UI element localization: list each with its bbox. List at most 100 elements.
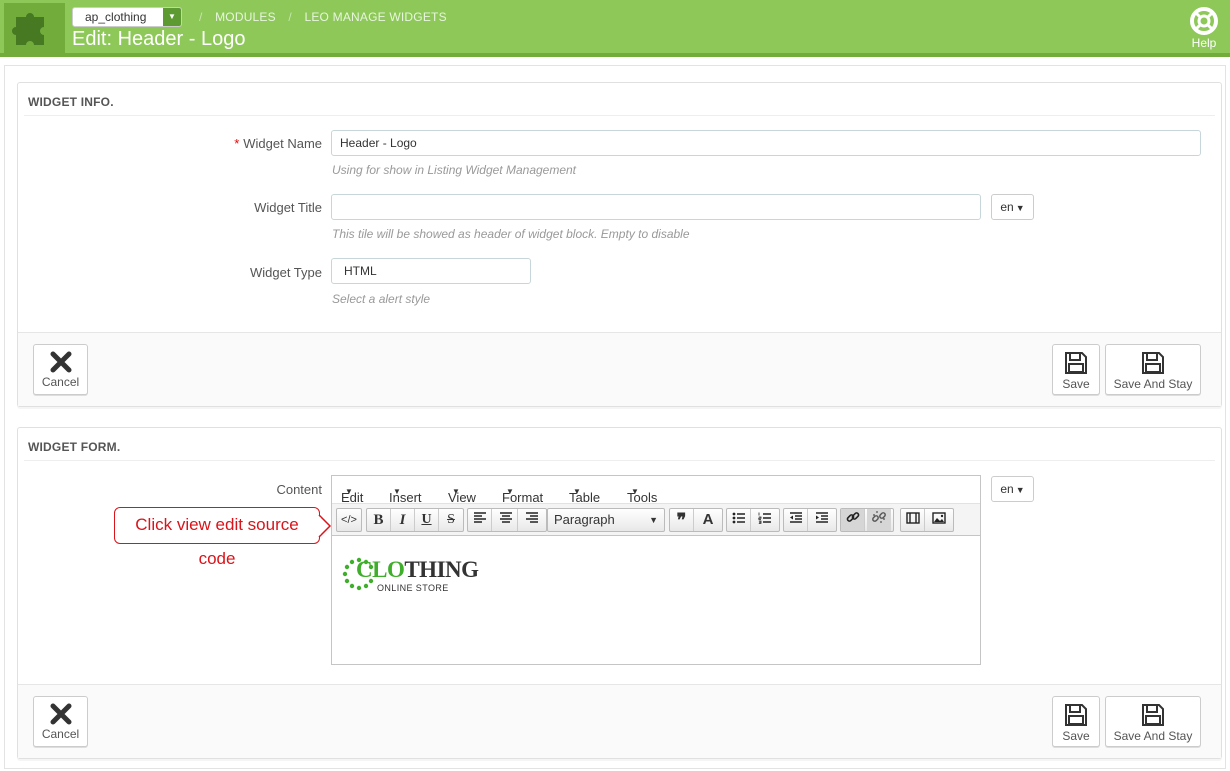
cancel-button[interactable]: Cancel	[33, 696, 88, 747]
widget-title-language-button[interactable]: en ▼	[991, 194, 1034, 220]
widget-type-label: Widget Type	[249, 265, 322, 280]
video-icon[interactable]	[901, 509, 925, 531]
chevron-down-icon[interactable]: ▼	[163, 8, 181, 26]
editor-content-area[interactable]: CLOTHING ONLINE STORE	[332, 537, 980, 664]
widget-type-hint: Select a alert style	[332, 292, 431, 306]
caret-down-icon: ▼	[506, 487, 514, 496]
divider	[24, 460, 1215, 461]
align-center-icon[interactable]	[494, 509, 518, 531]
save-button[interactable]: Save	[1052, 696, 1100, 747]
breadcrumb-leo-manage-widgets[interactable]: LEO MANAGE WIDGETS	[304, 10, 446, 24]
numbered-list-icon[interactable]	[753, 509, 777, 531]
block-format-select[interactable]: Paragraph ▼	[547, 508, 665, 532]
breadcrumb-modules[interactable]: MODULES	[215, 10, 276, 24]
widget-name-label-text: Widget Name	[243, 136, 322, 151]
widget-title-input[interactable]	[331, 194, 981, 220]
breadcrumb: / MODULES / LEO MANAGE WIDGETS	[190, 10, 447, 24]
toolbar-group-lists	[726, 508, 780, 532]
outdent-icon[interactable]	[784, 509, 808, 531]
language-code: en	[1000, 200, 1014, 214]
font-color-icon[interactable]: A	[696, 509, 720, 531]
caret-down-icon: ▼	[649, 515, 658, 525]
language-code: en	[1000, 482, 1014, 496]
logo-wordmark-green: CLO	[356, 557, 405, 582]
widget-name-hint: Using for show in Listing Widget Managem…	[332, 163, 577, 177]
widget-title-hint: This tile will be showed as header of wi…	[332, 227, 690, 241]
floppy-disk-icon	[1142, 704, 1164, 726]
caret-down-icon: ▼	[1015, 203, 1025, 213]
toolbar-group-quote: ❞ A	[669, 508, 723, 532]
menu-view[interactable]: View ▼	[448, 483, 476, 505]
menu-table[interactable]: Table ▼	[569, 483, 600, 505]
divider	[24, 115, 1215, 116]
italic-icon[interactable]: I	[391, 509, 415, 531]
save-and-stay-button[interactable]: Save And Stay	[1105, 696, 1201, 747]
clothing-logo-image: CLOTHING ONLINE STORE	[342, 557, 482, 597]
callout-pointer-icon	[318, 515, 332, 537]
modules-puzzle-icon	[4, 3, 65, 53]
toolbar-group-align	[467, 508, 547, 532]
bullet-list-icon[interactable]	[727, 509, 751, 531]
save-button-label: Save	[1062, 729, 1090, 743]
toolbar-group-links	[840, 508, 894, 532]
breadcrumb-separator: /	[288, 10, 292, 24]
help-button[interactable]: Help	[1186, 7, 1222, 50]
link-icon[interactable]	[841, 509, 865, 531]
menu-format[interactable]: Format ▼	[502, 483, 543, 505]
toolbar-group-text-style: B I U S	[366, 508, 464, 532]
help-label: Help	[1191, 36, 1217, 50]
page-title: Edit: Header - Logo	[72, 28, 246, 50]
widget-info-footer	[18, 332, 1221, 406]
cancel-button-label: Cancel	[41, 375, 80, 389]
blockquote-icon[interactable]: ❞	[670, 509, 694, 531]
indent-icon[interactable]	[810, 509, 834, 531]
underline-icon[interactable]: U	[415, 509, 439, 531]
widget-form-footer	[18, 684, 1221, 758]
caret-down-icon: ▼	[1015, 485, 1025, 495]
align-right-icon[interactable]	[520, 509, 544, 531]
menu-edit[interactable]: Edit ▼	[341, 483, 363, 505]
close-icon	[50, 703, 71, 725]
strikethrough-icon[interactable]: S	[439, 509, 463, 531]
widget-form-heading: WIDGET FORM.	[28, 440, 121, 454]
widget-type-field[interactable]: HTML	[331, 258, 531, 284]
align-left-icon[interactable]	[468, 509, 492, 531]
source-code-icon[interactable]: </>	[337, 509, 361, 531]
logo-wordmark: CLOTHING	[356, 557, 479, 583]
editor-toolbar: </> B I U S Paragraph ▼ ❞ A	[332, 504, 980, 536]
unlink-icon[interactable]	[867, 509, 891, 531]
toolbar-group-source: </>	[336, 508, 362, 532]
widget-title-label: Widget Title	[254, 200, 322, 215]
widget-name-input[interactable]: Header - Logo	[331, 130, 1201, 156]
breadcrumb-separator: /	[199, 10, 203, 24]
required-marker: *	[234, 136, 240, 151]
caret-down-icon: ▼	[573, 487, 581, 496]
lifebuoy-icon	[1190, 7, 1218, 35]
cancel-button[interactable]: Cancel	[33, 344, 88, 395]
save-and-stay-button[interactable]: Save And Stay	[1105, 344, 1201, 395]
shop-selector[interactable]: ap_clothing ▼	[72, 7, 182, 27]
top-header: ap_clothing ▼ / MODULES / LEO MANAGE WID…	[0, 0, 1230, 57]
save-and-stay-label: Save And Stay	[1113, 729, 1193, 743]
cancel-button-label: Cancel	[41, 727, 80, 741]
floppy-disk-icon	[1065, 352, 1087, 374]
save-button[interactable]: Save	[1052, 344, 1100, 395]
content-label: Content	[276, 482, 322, 497]
save-button-label: Save	[1062, 377, 1090, 391]
widget-name-label: * Widget Name	[122, 136, 322, 151]
menu-insert[interactable]: Insert ▼	[389, 483, 422, 505]
shop-selector-value: ap_clothing	[85, 10, 147, 24]
menu-tools[interactable]: Tools ▼	[627, 483, 657, 505]
image-icon[interactable]	[927, 509, 951, 531]
bold-icon[interactable]: B	[367, 509, 391, 531]
caret-down-icon: ▼	[345, 487, 353, 496]
toolbar-group-indent	[783, 508, 837, 532]
widget-info-heading: WIDGET INFO.	[28, 95, 114, 109]
floppy-disk-icon	[1065, 704, 1087, 726]
save-and-stay-label: Save And Stay	[1113, 377, 1193, 391]
caret-down-icon: ▼	[631, 487, 639, 496]
caret-down-icon: ▼	[393, 487, 401, 496]
rich-text-editor: Edit ▼ Insert ▼ View ▼ Format ▼ Table ▼ Tools…	[331, 475, 981, 665]
source-code-callout: Click view edit source code	[114, 507, 320, 568]
content-language-button[interactable]: en ▼	[991, 476, 1034, 502]
